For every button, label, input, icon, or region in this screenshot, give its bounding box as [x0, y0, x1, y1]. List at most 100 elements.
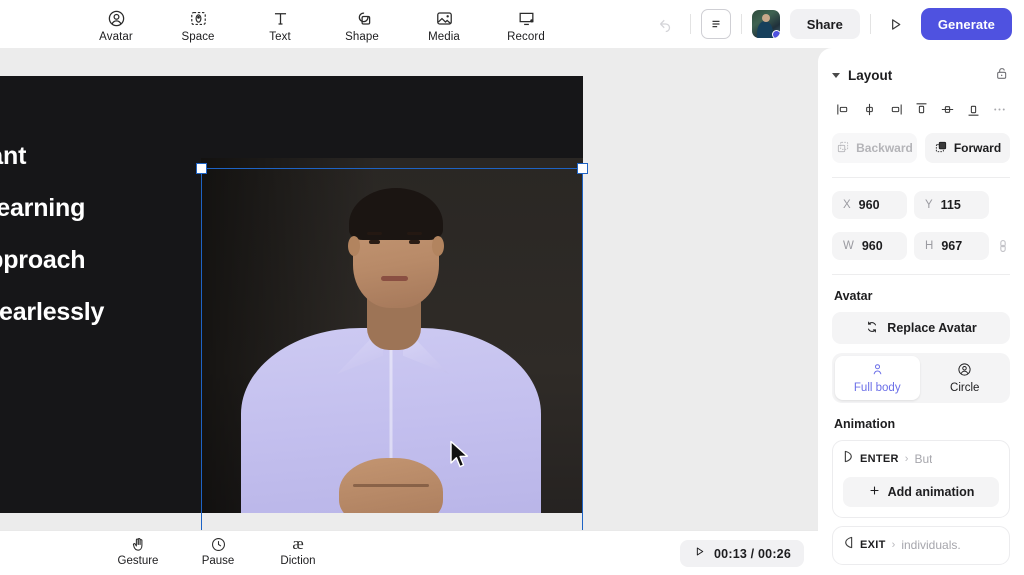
tool-shape-label: Shape [345, 31, 379, 43]
refresh-replace-icon [865, 320, 879, 337]
slide-line: us learning [0, 194, 86, 222]
replace-avatar-button[interactable]: Replace Avatar [832, 312, 1010, 344]
presenter-eye-right [409, 240, 420, 244]
enter-animation-kind: ENTER [860, 453, 899, 465]
tool-record-label: Record [507, 31, 545, 43]
presenter-ear-right [432, 236, 444, 256]
align-left-icon[interactable] [832, 98, 854, 120]
y-value: 115 [940, 198, 961, 212]
slide-text-block[interactable]: igilant us learning e approach up fearle… [0, 142, 214, 327]
x-position-input[interactable]: X 960 [832, 191, 907, 219]
exit-animation-separator: › [891, 539, 896, 551]
avatar-mode-circle[interactable]: Circle [923, 356, 1008, 400]
exit-animation-card[interactable]: EXIT › individuals. [832, 526, 1010, 565]
tool-diction-label: Diction [280, 555, 316, 567]
y-position-input[interactable]: Y 115 [914, 191, 989, 219]
editor-stage[interactable]: igilant us learning e approach up fearle… [0, 48, 818, 530]
layout-title: Layout [848, 67, 893, 83]
enter-animation-card[interactable]: ENTER › But Add animation [832, 440, 1010, 518]
slide-line: up fearlessly [0, 298, 105, 326]
shape-icon [353, 8, 372, 29]
size-fields: W 960 H 967 [832, 232, 1010, 260]
presenter-ear-left [348, 236, 360, 256]
top-toolbar: Avatar Space Text Shape Media Record Sha… [0, 0, 1024, 48]
plus-icon [868, 484, 881, 500]
layout-collapse-toggle[interactable]: Layout [832, 68, 892, 83]
height-input[interactable]: H 967 [914, 232, 989, 260]
animation-section-title: Animation [834, 417, 896, 431]
tool-space-label: Space [181, 31, 215, 43]
slide-line: e approach [0, 246, 86, 274]
tool-shape[interactable]: Shape [334, 5, 390, 43]
enter-animation-text: But [914, 452, 933, 466]
slide-canvas[interactable]: igilant us learning e approach up fearle… [0, 76, 583, 513]
time-display: 00:13 / 00:26 [714, 546, 791, 561]
hand-gesture-icon [130, 534, 147, 554]
play-icon[interactable] [693, 545, 706, 563]
avatar-section-title: Avatar [834, 289, 873, 303]
record-icon [517, 8, 536, 29]
tool-pause-label: Pause [201, 555, 235, 567]
enter-animation-separator: › [904, 453, 909, 465]
tool-record[interactable]: Record [498, 5, 554, 43]
panel-divider-1 [832, 177, 1010, 178]
enter-arrow-icon [843, 450, 854, 468]
space-icon [189, 8, 208, 29]
align-top-icon[interactable] [910, 98, 932, 120]
avatar-icon [107, 8, 126, 29]
send-backward-label: Backward [856, 141, 913, 155]
align-center-vertical-icon[interactable] [936, 98, 958, 120]
bring-forward-icon [934, 140, 948, 157]
tool-gesture[interactable]: Gesture [112, 534, 164, 567]
clock-pause-icon [210, 534, 227, 554]
avatar-mode-full-body[interactable]: Full body [835, 356, 920, 400]
avatar-video-layer[interactable] [201, 158, 583, 513]
tool-pause[interactable]: Pause [192, 534, 244, 567]
user-avatar-thumbnail[interactable] [751, 10, 780, 38]
presenter-mouth [381, 276, 408, 281]
width-input[interactable]: W 960 [832, 232, 907, 260]
bottom-toolbar: Gesture Pause æ Diction 00:13 / 00:26 [0, 530, 818, 575]
avatar-status-dot [771, 30, 780, 38]
y-label: Y [925, 199, 933, 211]
add-animation-label: Add animation [887, 485, 975, 499]
tool-avatar[interactable]: Avatar [88, 5, 144, 43]
align-right-icon[interactable] [884, 98, 906, 120]
align-bottom-icon[interactable] [962, 98, 984, 120]
presenter-eye-left [369, 240, 380, 244]
x-value: 960 [858, 198, 880, 212]
tool-text[interactable]: Text [252, 5, 308, 43]
tool-media[interactable]: Media [416, 5, 472, 43]
share-button[interactable]: Share [789, 9, 860, 39]
aspect-ratio-link-icon[interactable] [996, 238, 1010, 254]
enter-animation-header: ENTER › But [843, 450, 999, 468]
script-document-icon[interactable] [700, 9, 731, 39]
create-tools-group: Avatar Space Text Shape Media Record [88, 5, 554, 43]
tool-diction[interactable]: æ Diction [272, 534, 324, 567]
generate-button[interactable]: Generate [920, 8, 1012, 40]
slide-line: igilant [0, 142, 27, 170]
send-backward-button[interactable]: Backward [832, 133, 917, 163]
presenter-brow-right [407, 232, 422, 235]
avatar-mode-full-body-label: Full body [853, 382, 901, 394]
diction-ae-icon: æ [292, 534, 304, 553]
layout-section-header: Layout [832, 58, 1010, 92]
toolbar-divider-2 [740, 14, 742, 34]
w-value: 960 [861, 239, 883, 253]
avatar-mode-circle-label: Circle [950, 382, 980, 394]
h-value: 967 [941, 239, 963, 253]
h-label: H [925, 240, 934, 252]
more-options-icon[interactable] [988, 98, 1010, 120]
bring-forward-button[interactable]: Forward [925, 133, 1010, 163]
unlocked-padlock-icon[interactable] [994, 65, 1010, 86]
tool-media-label: Media [428, 31, 460, 43]
properties-panel: Layout Backward Forward X 960 Y 115 W 96… [818, 48, 1024, 575]
position-fields: X 960 Y 115 [832, 191, 1010, 219]
tool-space[interactable]: Space [170, 5, 226, 43]
playback-time-pill[interactable]: 00:13 / 00:26 [680, 540, 804, 567]
undo-redo-icon[interactable] [650, 9, 680, 39]
add-animation-button[interactable]: Add animation [843, 477, 999, 507]
play-preview-icon[interactable] [881, 9, 911, 39]
layer-order-controls: Backward Forward [832, 133, 1010, 163]
align-center-horizontal-icon[interactable] [858, 98, 880, 120]
